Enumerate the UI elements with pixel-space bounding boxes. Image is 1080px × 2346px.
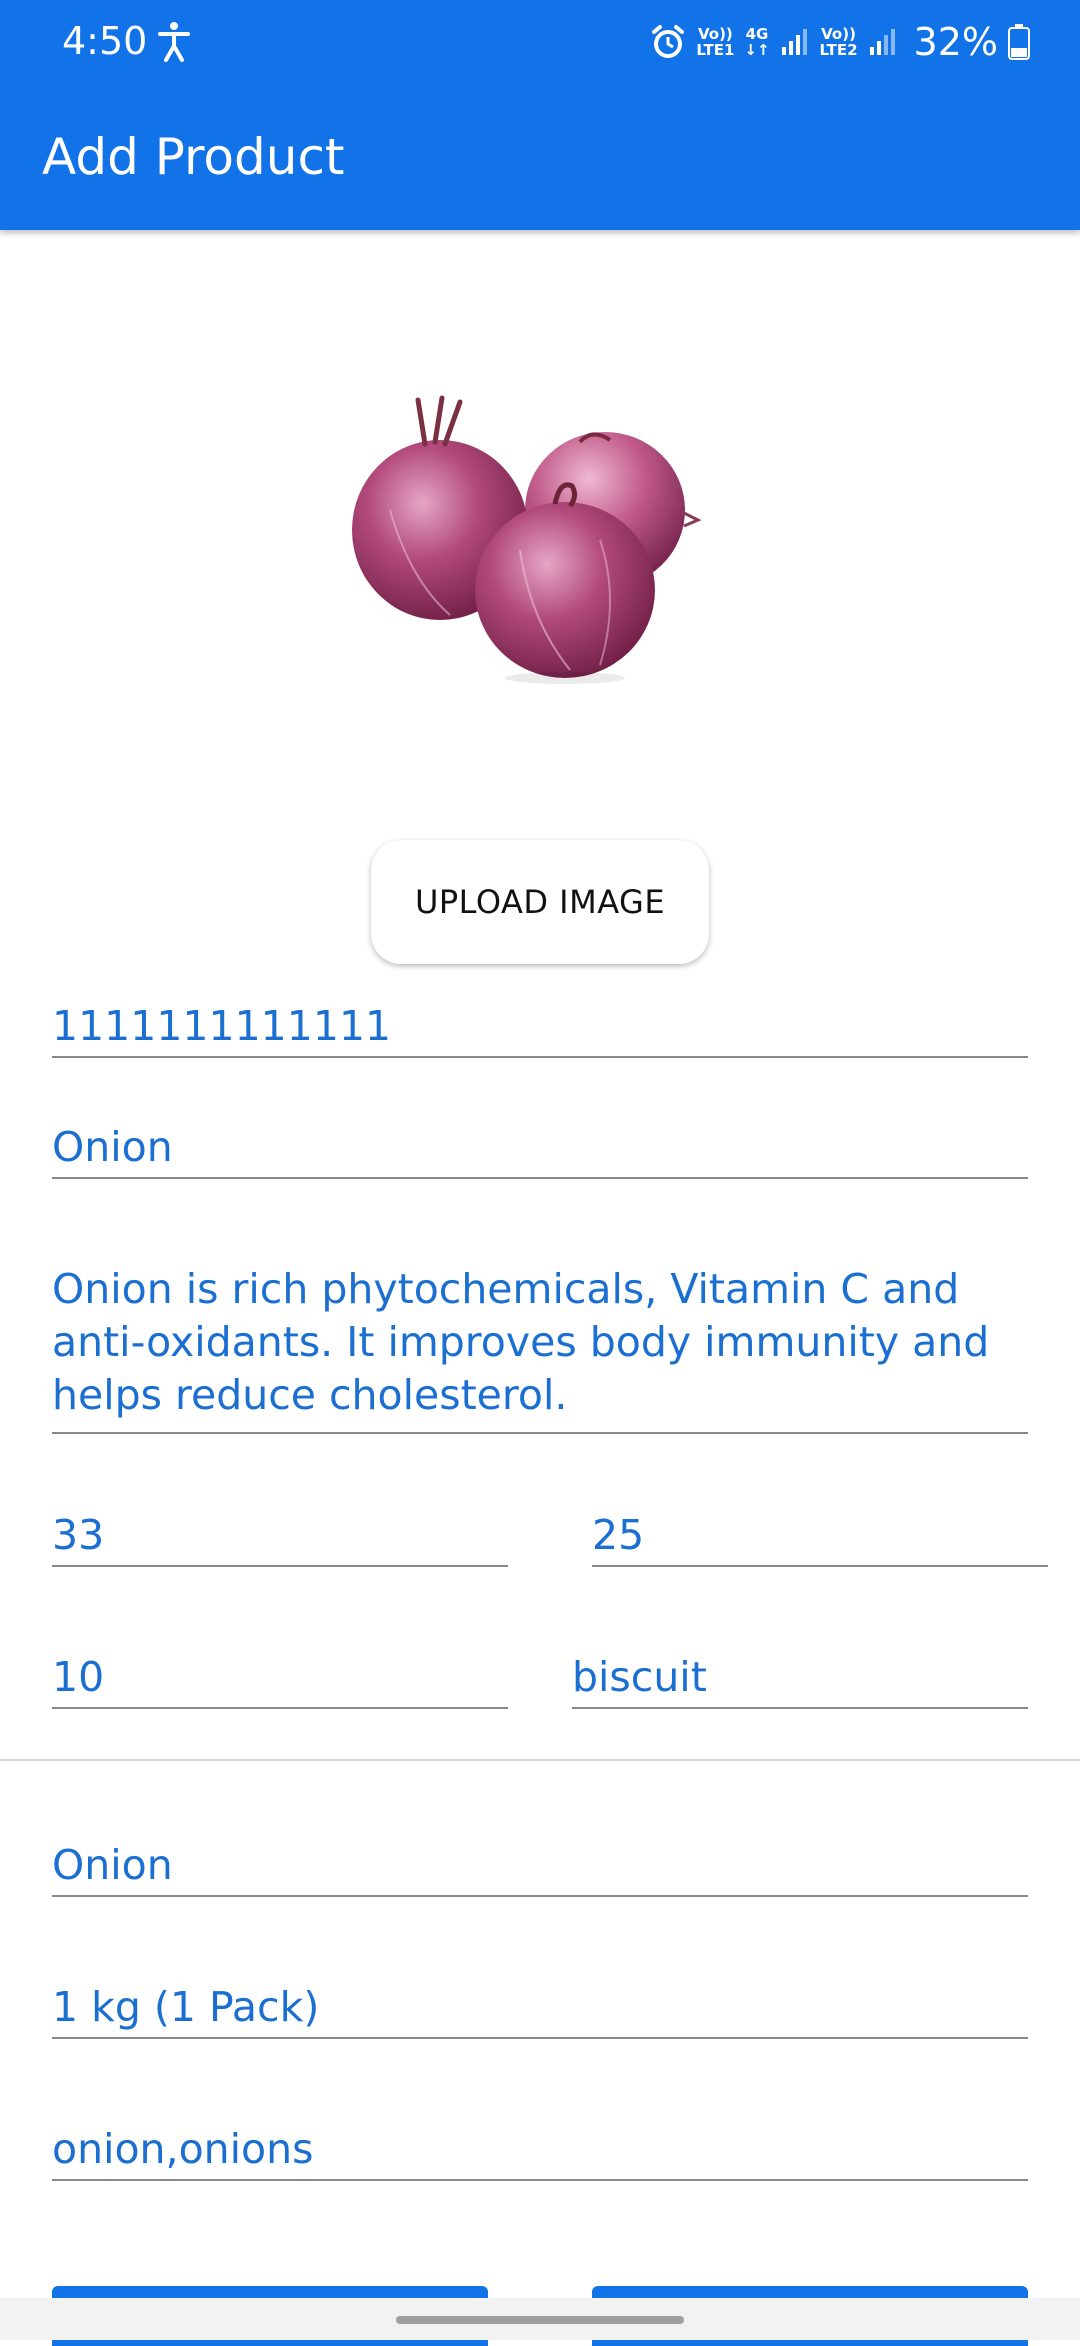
description-field[interactable]: Onion is rich phytochemicals, Vitamin C … — [52, 1263, 1028, 1428]
status-time: 4:50 — [62, 19, 148, 63]
app-bar: Add Product — [0, 84, 1080, 230]
home-gesture-handle[interactable] — [396, 2316, 684, 2324]
price-field-1-container — [52, 1505, 508, 1567]
accessibility-icon — [158, 22, 190, 62]
subtitle-field-container — [52, 1835, 1028, 1897]
upload-image-button[interactable]: UPLOAD IMAGE — [371, 840, 709, 964]
price-field-2[interactable] — [592, 1505, 1048, 1565]
navigation-bar — [0, 2298, 1080, 2340]
page-title: Add Product — [42, 128, 345, 186]
subtitle-field[interactable] — [52, 1835, 1028, 1895]
battery-percent: 32% — [913, 20, 998, 64]
product-name-field[interactable] — [52, 1117, 1028, 1177]
category-field-container — [572, 1647, 1028, 1709]
sim2-lte-label: LTE2 — [819, 41, 858, 59]
product-name-field-container — [52, 1117, 1028, 1179]
signal-icon-2 — [869, 29, 895, 55]
product-image[interactable] — [330, 380, 750, 700]
unit-field-container — [52, 1977, 1028, 2039]
sim2-indicator: Vo)) LTE2 — [820, 26, 858, 58]
barcode-field[interactable] — [52, 996, 1028, 1056]
battery-icon — [1008, 24, 1030, 60]
quantity-field[interactable] — [52, 1647, 508, 1707]
category-field[interactable] — [572, 1647, 1028, 1707]
quantity-field-container — [52, 1647, 508, 1709]
tags-field-container — [52, 2119, 1028, 2181]
sim2-volte-label: Vo)) — [821, 25, 856, 43]
sim1-lte-label: LTE1 — [696, 41, 735, 59]
status-icons: Vo)) LTE1 4G ↓↑ Vo)) LTE2 32% — [650, 18, 1030, 66]
price-field-1[interactable] — [52, 1505, 508, 1565]
section-divider — [0, 1759, 1080, 1761]
price-field-2-container — [592, 1505, 1048, 1567]
data-arrows-icon: ↓↑ — [744, 41, 770, 59]
description-field-container: Onion is rich phytochemicals, Vitamin C … — [52, 1263, 1028, 1434]
network-type-indicator: 4G ↓↑ — [744, 26, 769, 58]
tags-field[interactable] — [52, 2119, 1028, 2179]
network-type-label: 4G — [745, 25, 769, 43]
status-bar: 4:50 Vo)) LTE1 4G ↓↑ Vo)) LTE2 32% — [0, 0, 1080, 84]
sim1-volte-label: Vo)) — [697, 25, 733, 43]
unit-field[interactable] — [52, 1977, 1028, 2037]
sim1-indicator: Vo)) LTE1 — [696, 26, 734, 58]
signal-icon — [781, 29, 807, 55]
barcode-field-container — [52, 996, 1028, 1058]
alarm-icon — [652, 25, 685, 58]
